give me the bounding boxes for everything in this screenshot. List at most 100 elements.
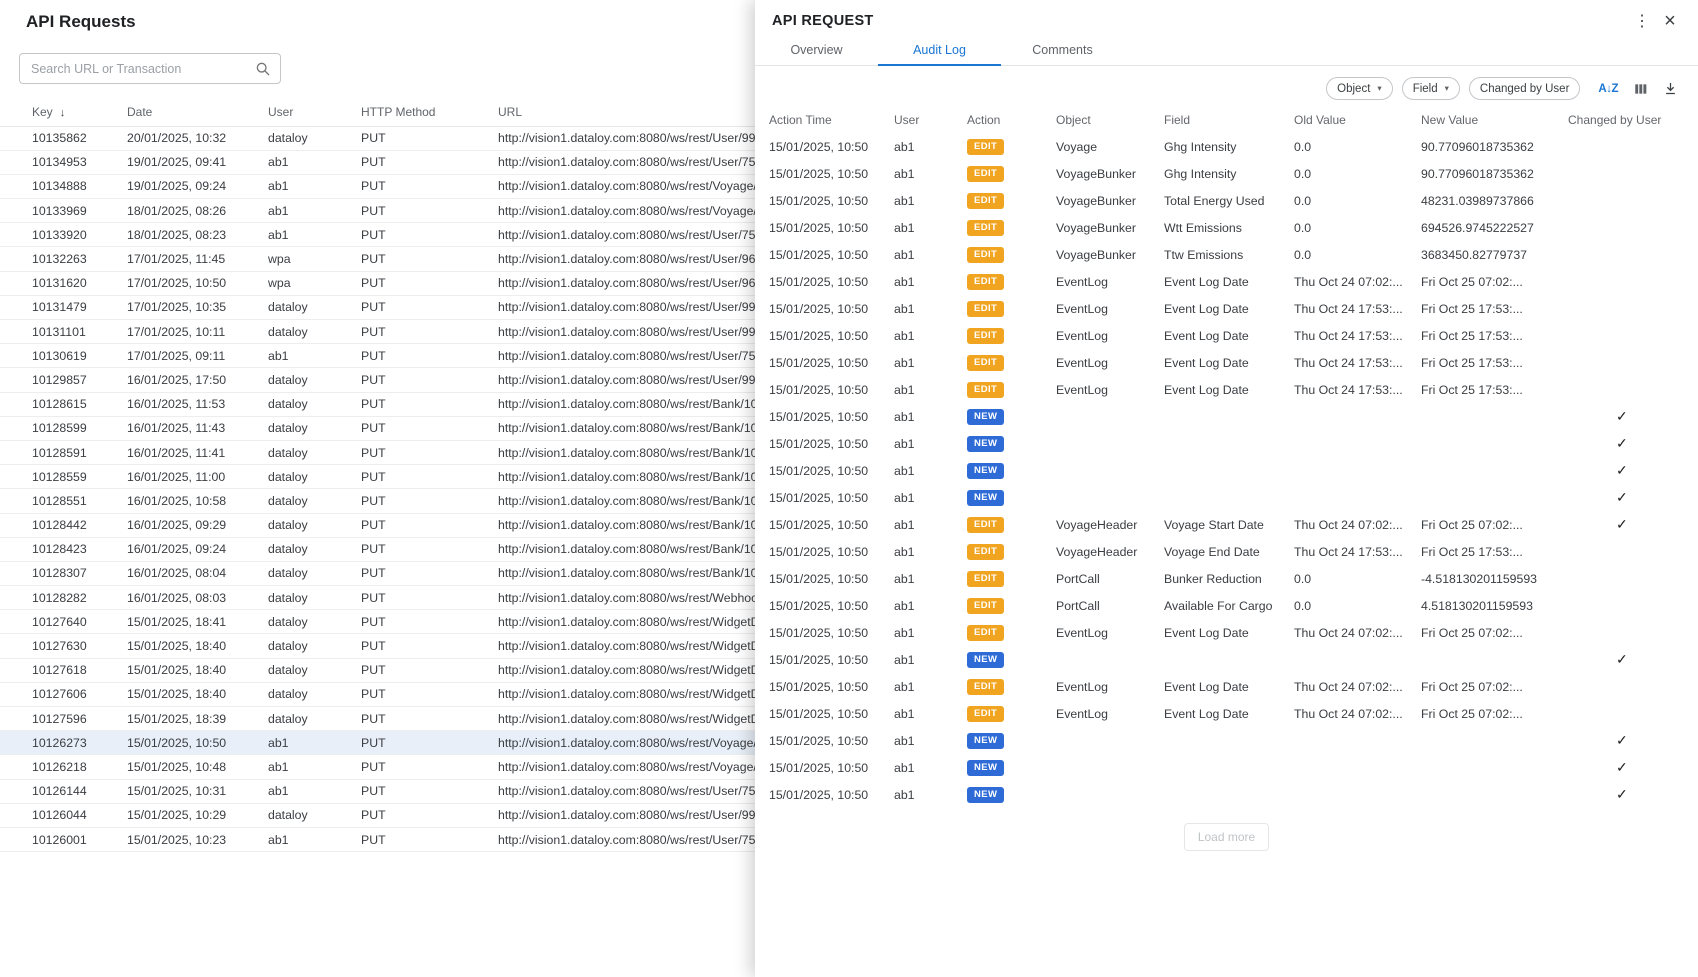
audit-log-row: 15/01/2025, 10:50ab1NEW✓: [755, 727, 1698, 754]
cell-user: ab1: [894, 484, 967, 511]
cell-user: ab1: [268, 779, 361, 803]
cell-changed-by-user: [1568, 241, 1698, 268]
cell-user: dataloy: [268, 658, 361, 682]
audit-log-row: 15/01/2025, 10:50ab1EDITPortCallAvailabl…: [755, 592, 1698, 619]
column-header-user[interactable]: User: [894, 107, 967, 133]
cell-user: ab1: [894, 376, 967, 403]
cell-key: 10133920: [0, 223, 127, 247]
cell-field: Event Log Date: [1164, 700, 1294, 727]
cell-http-method: PUT: [361, 440, 498, 464]
cell-date: 20/01/2025, 10:32: [127, 126, 268, 150]
panel-tabs: Overview Audit Log Comments: [755, 34, 1698, 66]
cell-date: 18/01/2025, 08:23: [127, 223, 268, 247]
audit-log-row: 15/01/2025, 10:50ab1NEW✓: [755, 646, 1698, 673]
cell-action-time: 15/01/2025, 10:50: [755, 133, 894, 160]
column-header-changed-by-user[interactable]: Changed by User: [1568, 107, 1698, 133]
column-header-user[interactable]: User: [268, 98, 361, 126]
cell-user: ab1: [268, 344, 361, 368]
cell-key: 10132263: [0, 247, 127, 271]
cell-date: 18/01/2025, 08:26: [127, 199, 268, 223]
load-more-button[interactable]: Load more: [1184, 823, 1269, 851]
cell-changed-by-user: [1568, 349, 1698, 376]
cell-new-value: Fri Oct 25 17:53:...: [1421, 322, 1568, 349]
field-filter-dropdown[interactable]: Field ▾: [1402, 77, 1460, 100]
close-icon[interactable]: ×: [1656, 7, 1684, 35]
tab-comments[interactable]: Comments: [1001, 34, 1124, 65]
kebab-menu-icon[interactable]: ⋮: [1628, 7, 1656, 35]
cell-action-time: 15/01/2025, 10:50: [755, 187, 894, 214]
cell-http-method: PUT: [361, 658, 498, 682]
cell-object: [1056, 457, 1164, 484]
cell-field: [1164, 430, 1294, 457]
columns-icon[interactable]: [1633, 82, 1648, 96]
cell-old-value: Thu Oct 24 07:02:...: [1294, 511, 1421, 538]
cell-date: 16/01/2025, 08:03: [127, 586, 268, 610]
column-header-old-value[interactable]: Old Value: [1294, 107, 1421, 133]
cell-action-time: 15/01/2025, 10:50: [755, 349, 894, 376]
cell-old-value: Thu Oct 24 07:02:...: [1294, 673, 1421, 700]
cell-http-method: PUT: [361, 416, 498, 440]
cell-old-value: Thu Oct 24 17:53:...: [1294, 376, 1421, 403]
column-header-object[interactable]: Object: [1056, 107, 1164, 133]
cell-old-value: 0.0: [1294, 592, 1421, 619]
object-filter-dropdown[interactable]: Object ▾: [1326, 77, 1393, 100]
column-header-action[interactable]: Action: [967, 107, 1056, 133]
cell-action: EDIT: [967, 538, 1056, 565]
cell-changed-by-user: [1568, 619, 1698, 646]
cell-user: ab1: [894, 214, 967, 241]
cell-new-value: Fri Oct 25 17:53:...: [1421, 295, 1568, 322]
cell-action-time: 15/01/2025, 10:50: [755, 457, 894, 484]
cell-http-method: PUT: [361, 465, 498, 489]
action-badge-edit: EDIT: [967, 544, 1004, 560]
cell-user: ab1: [894, 592, 967, 619]
cell-new-value: 90.77096018735362: [1421, 160, 1568, 187]
cell-old-value: 0.0: [1294, 133, 1421, 160]
action-badge-edit: EDIT: [967, 598, 1004, 614]
cell-new-value: [1421, 754, 1568, 781]
column-header-new-value[interactable]: New Value: [1421, 107, 1568, 133]
search-icon[interactable]: [255, 61, 271, 77]
tab-audit-log[interactable]: Audit Log: [878, 34, 1001, 65]
cell-old-value: Thu Oct 24 17:53:...: [1294, 322, 1421, 349]
cell-date: 17/01/2025, 09:11: [127, 344, 268, 368]
action-badge-edit: EDIT: [967, 382, 1004, 398]
cell-user: dataloy: [268, 561, 361, 585]
cell-date: 16/01/2025, 11:00: [127, 465, 268, 489]
column-header-field[interactable]: Field: [1164, 107, 1294, 133]
cell-new-value: Fri Oct 25 07:02:...: [1421, 700, 1568, 727]
cell-http-method: PUT: [361, 320, 498, 344]
changed-by-user-filter[interactable]: Changed by User: [1469, 77, 1581, 100]
column-header-action-time[interactable]: Action Time: [755, 107, 894, 133]
download-icon[interactable]: [1663, 81, 1678, 96]
cell-user: ab1: [894, 538, 967, 565]
audit-log-row: 15/01/2025, 10:50ab1EDITVoyageBunkerTota…: [755, 187, 1698, 214]
action-badge-new: NEW: [967, 652, 1004, 668]
cell-action: EDIT: [967, 322, 1056, 349]
checkmark-icon: ✓: [1616, 651, 1628, 667]
checkmark-icon: ✓: [1616, 759, 1628, 775]
column-header-http-method[interactable]: HTTP Method: [361, 98, 498, 126]
cell-key: 10127618: [0, 658, 127, 682]
cell-changed-by-user: [1568, 295, 1698, 322]
cell-user: dataloy: [268, 416, 361, 440]
column-header-date[interactable]: Date: [127, 98, 268, 126]
checkmark-icon: ✓: [1616, 489, 1628, 505]
audit-log-row: 15/01/2025, 10:50ab1EDITEventLogEvent Lo…: [755, 268, 1698, 295]
cell-action: EDIT: [967, 700, 1056, 727]
cell-date: 15/01/2025, 10:31: [127, 779, 268, 803]
cell-http-method: PUT: [361, 247, 498, 271]
cell-action: NEW: [967, 727, 1056, 754]
column-header-key[interactable]: Key↓: [0, 98, 127, 126]
audit-log-row: 15/01/2025, 10:50ab1NEW✓: [755, 457, 1698, 484]
cell-user: dataloy: [268, 320, 361, 344]
search-input[interactable]: [20, 62, 255, 76]
action-badge-edit: EDIT: [967, 355, 1004, 371]
cell-action: NEW: [967, 754, 1056, 781]
sort-desc-icon: ↓: [60, 107, 66, 119]
cell-date: 16/01/2025, 09:29: [127, 513, 268, 537]
tab-overview[interactable]: Overview: [755, 34, 878, 65]
cell-user: ab1: [894, 187, 967, 214]
cell-key: 10126001: [0, 827, 127, 851]
sort-alpha-icon[interactable]: A↓Z: [1598, 83, 1618, 95]
cell-new-value: 90.77096018735362: [1421, 133, 1568, 160]
